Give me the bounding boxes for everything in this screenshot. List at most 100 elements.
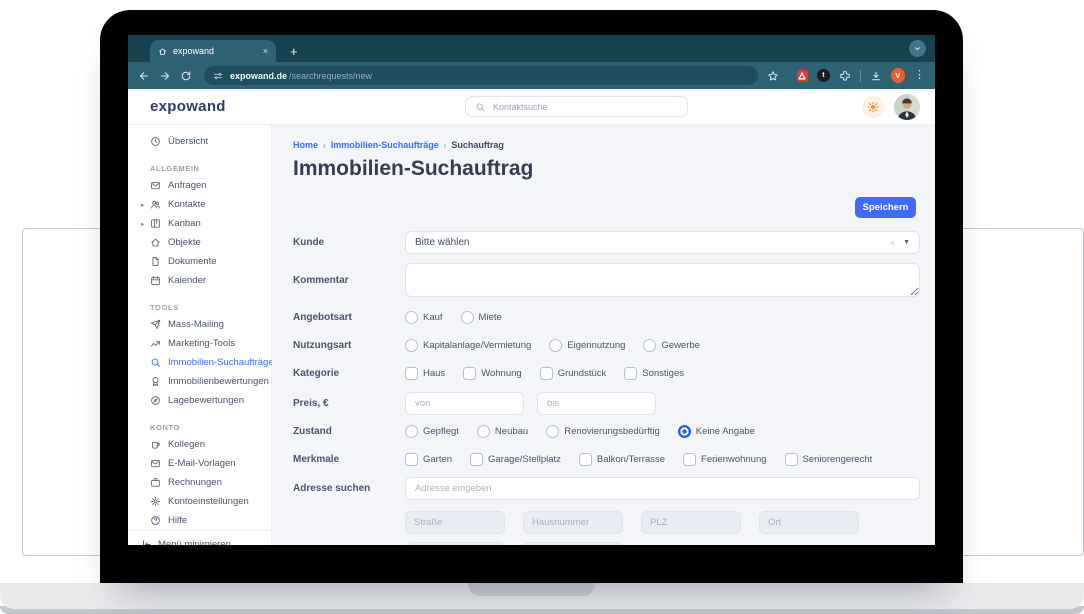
- radio-icon: [405, 339, 418, 352]
- dark-extension-button[interactable]: t: [817, 69, 830, 82]
- clock-icon: [150, 136, 161, 147]
- trend-icon: [150, 338, 161, 349]
- checkbox-icon: [463, 367, 477, 380]
- checkbox-option-garten[interactable]: Garten: [405, 453, 452, 466]
- sidebar-item-label: E-Mail-Vorlagen: [168, 458, 236, 469]
- zustand-label: Zustand: [293, 426, 332, 437]
- checkbox-option-grundstueck[interactable]: Grundstück: [539, 367, 606, 380]
- kategorie-label: Kategorie: [293, 368, 340, 379]
- contact-search-input[interactable]: [491, 100, 678, 113]
- save-button[interactable]: Speichern: [855, 197, 916, 218]
- radio-option-kauf[interactable]: Kauf: [405, 311, 443, 324]
- radio-option-eigennutzung[interactable]: Eigennutzung: [549, 339, 625, 352]
- sidebar-item-immobilienbewertungen[interactable]: Immobilienbewertungen: [128, 372, 271, 391]
- tab-strip-chevron-button[interactable]: [909, 40, 926, 57]
- preis-label: Preis, €: [293, 398, 329, 409]
- sidebar-collapse-button[interactable]: Menü minimieren: [128, 530, 271, 545]
- pdf-extension-button[interactable]: [796, 69, 809, 82]
- kunde-select[interactable]: Bitte wählen × ▼: [405, 231, 920, 254]
- sidebar-item-label: Lagebewertungen: [168, 395, 245, 406]
- sidebar-item-kanban[interactable]: ▸ Kanban: [128, 214, 271, 233]
- checkbox-option-seniorengerecht[interactable]: Seniorengerecht: [784, 453, 872, 466]
- downloads-button[interactable]: [870, 70, 882, 82]
- sidebar-item-kontoeinstellungen[interactable]: Kontoeinstellungen: [128, 492, 271, 511]
- breadcrumb-home-link[interactable]: Home: [293, 140, 318, 151]
- house-icon: [150, 237, 161, 248]
- sidebar-item-label: Hilfe: [168, 515, 188, 526]
- checkbox-icon: [683, 453, 697, 466]
- ort-field-disabled: Ort: [759, 511, 859, 534]
- back-button[interactable]: [138, 70, 150, 82]
- tab-close-icon[interactable]: ×: [263, 46, 268, 56]
- site-settings-tune-icon: [213, 71, 223, 81]
- contact-search-box[interactable]: [465, 96, 688, 117]
- help-icon: [150, 515, 161, 526]
- radio-option-neubau[interactable]: Neubau: [476, 425, 529, 438]
- breadcrumb-suchauftraege-link[interactable]: Immobilien-Suchaufträge: [331, 140, 439, 151]
- select-caret-icon[interactable]: ▼: [903, 239, 910, 246]
- radio-option-gepflegt[interactable]: Gepflegt: [405, 425, 459, 438]
- option-label: Gepflegt: [423, 426, 459, 437]
- radio-option-keine-angabe[interactable]: Keine Angabe: [677, 425, 755, 438]
- sidebar-item-mass-mailing[interactable]: Mass-Mailing: [128, 315, 271, 334]
- bookmark-star-button[interactable]: [767, 70, 779, 82]
- adresse-input[interactable]: [405, 477, 920, 500]
- address-bar[interactable]: expowand.de/searchrequests/new: [204, 66, 758, 85]
- new-tab-icon[interactable]: +: [290, 45, 298, 58]
- user-avatar[interactable]: [894, 93, 920, 120]
- radio-option-kapitalanlage[interactable]: Kapitalanlage/Vermietung: [405, 339, 531, 352]
- option-label: Garten: [423, 454, 453, 465]
- url-host: expowand.de: [230, 70, 288, 81]
- checkbox-option-wohnung[interactable]: Wohnung: [463, 367, 522, 380]
- theme-toggle-button[interactable]: [862, 95, 884, 118]
- sidebar-item-kollegen[interactable]: Kollegen: [128, 435, 271, 454]
- option-label: Wohnung: [481, 368, 522, 379]
- expand-caret-icon[interactable]: ▸: [141, 220, 144, 228]
- sidebar-item-kontakte[interactable]: ▸ Kontakte: [128, 195, 271, 214]
- checkbox-option-garage[interactable]: Garage/Stellplatz: [470, 453, 561, 466]
- sidebar-item-objekte[interactable]: Objekte: [128, 233, 271, 252]
- browser-toolbar: expowand.de/searchrequests/new t V ⋮: [128, 62, 935, 89]
- radio-option-gewerbe[interactable]: Gewerbe: [643, 339, 700, 352]
- form-row-nutzungsart: Nutzungsart Kapitalanlage/Vermietung Eig…: [293, 334, 920, 357]
- app-logo[interactable]: expowand: [150, 98, 226, 115]
- kebab-menu-icon[interactable]: ⋮: [914, 70, 925, 81]
- sidebar-item-kalender[interactable]: Kalender: [128, 271, 271, 290]
- checkbox-option-sonstiges[interactable]: Sonstiges: [624, 367, 684, 380]
- browser-profile-button[interactable]: V: [890, 68, 905, 83]
- sidebar-item-email-vorlagen[interactable]: E-Mail-Vorlagen: [128, 454, 271, 473]
- expand-caret-icon[interactable]: ▸: [141, 201, 144, 209]
- checkbox-option-balkon[interactable]: Balkon/Terrasse: [578, 453, 665, 466]
- checkbox-option-haus[interactable]: Haus: [405, 367, 445, 380]
- sidebar-item-marketing-tools[interactable]: Marketing-Tools: [128, 334, 271, 353]
- radio-icon: [546, 425, 560, 438]
- kommentar-textarea[interactable]: [405, 263, 920, 297]
- sidebar-item-hilfe[interactable]: Hilfe: [128, 511, 271, 530]
- form-row-kategorie: Kategorie Haus Wohnung Grundstück Sonsti…: [293, 362, 920, 385]
- sidebar-item-dokumente[interactable]: Dokumente: [128, 252, 271, 271]
- select-clear-icon[interactable]: ×: [890, 238, 895, 248]
- sidebar-item-label: Übersicht: [168, 136, 209, 147]
- option-label: Neubau: [494, 426, 529, 437]
- sidebar-item-lagebewertungen[interactable]: Lagebewertungen: [128, 391, 271, 410]
- browser-tab[interactable]: expowand ×: [150, 40, 276, 62]
- extensions-button[interactable]: [839, 70, 851, 82]
- preis-bis-input[interactable]: [537, 392, 656, 415]
- sidebar-item-immobilien-suchauftraege[interactable]: Immobilien-Suchaufträge: [128, 353, 274, 372]
- sidebar-item-rechnungen[interactable]: Rechnungen: [128, 473, 271, 492]
- preis-von-input[interactable]: [405, 392, 524, 415]
- forward-button[interactable]: [159, 70, 171, 82]
- breadcrumb-current: Suchauftrag: [451, 140, 504, 150]
- radio-icon: [460, 311, 474, 324]
- form-row-adresse-felder: Straße Hausnummer PLZ Ort: [293, 511, 920, 534]
- compass-icon: [150, 395, 161, 406]
- star-icon: [767, 70, 779, 82]
- radio-option-renovierungsbeduerftig[interactable]: Renovierungsbedürftig: [546, 425, 660, 438]
- adobe-pdf-icon: [798, 71, 807, 80]
- radio-icon: [476, 425, 490, 438]
- sidebar-item-uebersicht[interactable]: Übersicht: [128, 132, 271, 151]
- checkbox-option-ferienwohnung[interactable]: Ferienwohnung: [683, 453, 767, 466]
- sidebar-item-anfragen[interactable]: Anfragen: [128, 176, 271, 195]
- radio-option-miete[interactable]: Miete: [460, 311, 502, 324]
- reload-button[interactable]: [180, 70, 192, 82]
